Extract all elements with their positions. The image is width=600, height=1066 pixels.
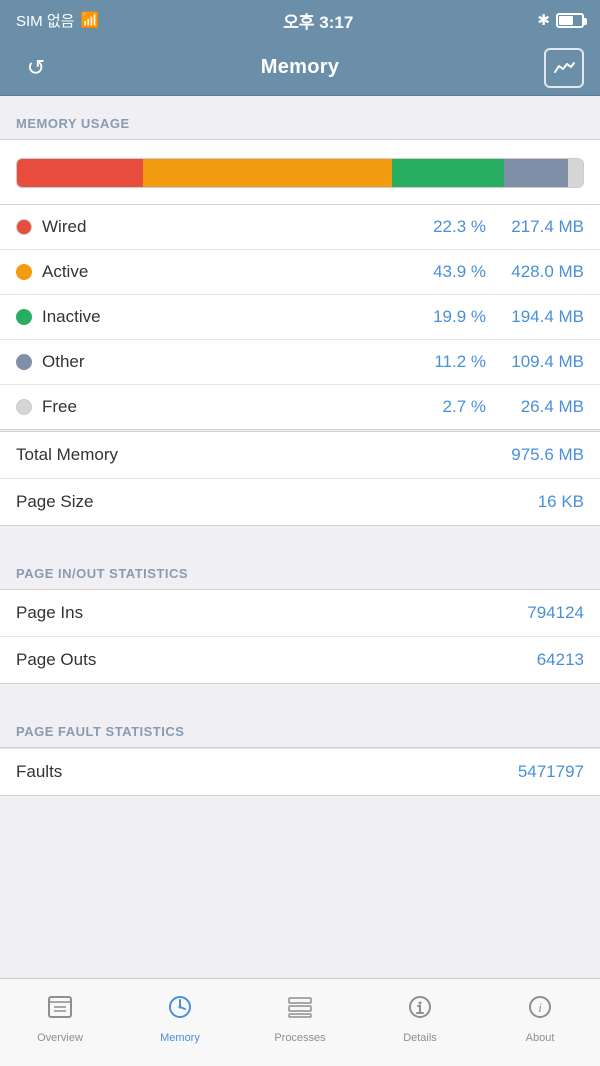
memory-tab-label: Memory (160, 1032, 200, 1044)
page-size-label: Page Size (16, 492, 94, 512)
bar-other (504, 159, 567, 187)
memory-usage-header: MEMORY USAGE (0, 96, 600, 139)
processes-icon (286, 993, 314, 1028)
inactive-label: Inactive (42, 307, 416, 327)
wired-dot (16, 219, 32, 235)
wired-value: 217.4 MB (494, 217, 584, 237)
free-percent: 2.7 % (416, 397, 486, 417)
tab-overview[interactable]: Overview (0, 979, 120, 1066)
page-inout-card: Page Ins 794124 Page Outs 64213 (0, 589, 600, 684)
free-label: Free (42, 397, 416, 417)
page-inout-header: PAGE IN/OUT STATISTICS (0, 546, 600, 589)
other-row: Other 11.2 % 109.4 MB (0, 339, 600, 384)
active-value: 428.0 MB (494, 262, 584, 282)
bar-active (143, 159, 391, 187)
bluetooth-icon: ✱ (537, 11, 550, 29)
status-carrier-wifi: SIM 없음 📶 (16, 10, 99, 31)
page-ins-row: Page Ins 794124 (0, 590, 600, 636)
tab-processes[interactable]: Processes (240, 979, 360, 1066)
other-value: 109.4 MB (494, 352, 584, 372)
total-memory-value: 975.6 MB (511, 445, 584, 465)
inactive-percent: 19.9 % (416, 307, 486, 327)
free-value: 26.4 MB (494, 397, 584, 417)
bar-free (568, 159, 583, 187)
other-percent: 11.2 % (416, 352, 486, 372)
page-outs-row: Page Outs 64213 (0, 636, 600, 683)
page-fault-header: PAGE FAULT STATISTICS (0, 704, 600, 747)
bar-inactive (392, 159, 505, 187)
inactive-row: Inactive 19.9 % 194.4 MB (0, 294, 600, 339)
inactive-dot (16, 309, 32, 325)
faults-value: 5471797 (518, 762, 584, 782)
page-outs-label: Page Outs (16, 650, 96, 670)
free-dot (16, 399, 32, 415)
page-ins-value: 794124 (527, 603, 584, 623)
page-size-value: 16 KB (538, 492, 584, 512)
total-memory-row: Total Memory 975.6 MB (0, 432, 600, 478)
page-size-row: Page Size 16 KB (0, 478, 600, 525)
memory-bar (16, 158, 584, 188)
overview-label: Overview (37, 1032, 83, 1044)
memory-legend-card: Wired 22.3 % 217.4 MB Active 43.9 % 428.… (0, 204, 600, 430)
chart-button[interactable] (544, 48, 584, 88)
details-label: Details (403, 1032, 437, 1044)
overview-icon (46, 993, 74, 1028)
memory-info-card: Total Memory 975.6 MB Page Size 16 KB (0, 431, 600, 526)
tab-memory[interactable]: Memory (120, 979, 240, 1066)
tab-details[interactable]: Details (360, 979, 480, 1066)
chart-icon (553, 60, 575, 76)
faults-label: Faults (16, 762, 62, 782)
details-icon (406, 993, 434, 1028)
inactive-value: 194.4 MB (494, 307, 584, 327)
about-icon: i (526, 993, 554, 1028)
tab-about[interactable]: i About (480, 979, 600, 1066)
processes-label: Processes (274, 1032, 325, 1044)
wifi-icon: 📶 (80, 11, 99, 29)
other-dot (16, 354, 32, 370)
active-row: Active 43.9 % 428.0 MB (0, 249, 600, 294)
active-dot (16, 264, 32, 280)
faults-row: Faults 5471797 (0, 748, 600, 795)
active-percent: 43.9 % (416, 262, 486, 282)
active-label: Active (42, 262, 416, 282)
tab-bar: Overview Memory Processes (0, 978, 600, 1066)
status-time: 오후 3:17 (283, 8, 353, 33)
bar-wired (17, 159, 143, 187)
wired-percent: 22.3 % (416, 217, 486, 237)
page-outs-value: 64213 (537, 650, 584, 670)
refresh-icon: ↺ (27, 55, 45, 81)
divider-2 (0, 684, 600, 704)
other-label: Other (42, 352, 416, 372)
battery-indicator (556, 13, 584, 28)
status-battery: ✱ (537, 11, 584, 29)
carrier-label: SIM 없음 (16, 10, 74, 31)
content-area: MEMORY USAGE Wired 22.3 % 217.4 MB Activ… (0, 96, 600, 886)
page-fault-card: Faults 5471797 (0, 747, 600, 796)
nav-title: Memory (261, 56, 340, 79)
about-label: About (526, 1032, 555, 1044)
memory-icon (166, 993, 194, 1028)
page-ins-label: Page Ins (16, 603, 83, 623)
wired-label: Wired (42, 217, 416, 237)
svg-text:i: i (538, 1000, 542, 1015)
wired-row: Wired 22.3 % 217.4 MB (0, 205, 600, 249)
refresh-button[interactable]: ↺ (16, 48, 56, 88)
divider-1 (0, 526, 600, 546)
free-row: Free 2.7 % 26.4 MB (0, 384, 600, 429)
status-bar: SIM 없음 📶 오후 3:17 ✱ (0, 0, 600, 40)
memory-bar-container (0, 139, 600, 204)
nav-bar: ↺ Memory (0, 40, 600, 96)
total-memory-label: Total Memory (16, 445, 118, 465)
